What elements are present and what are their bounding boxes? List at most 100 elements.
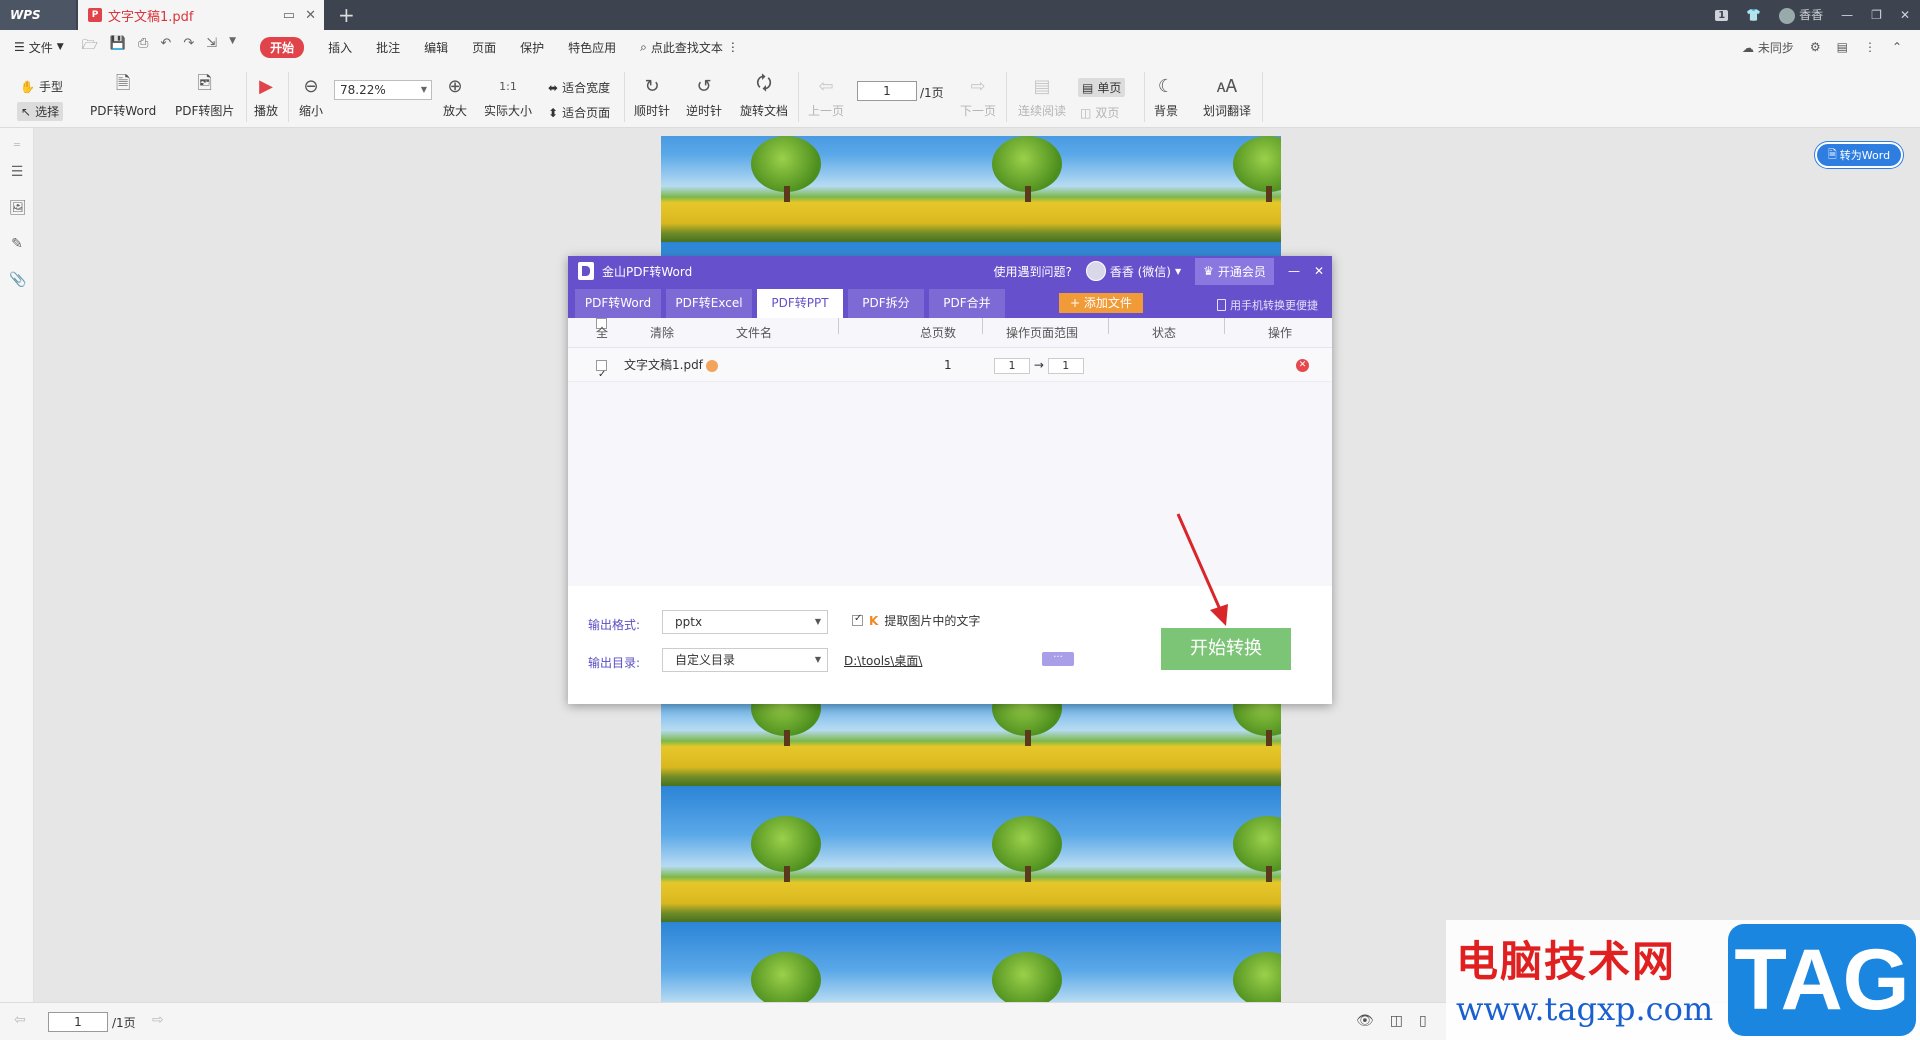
- column-range: 操作页面范围: [1006, 326, 1079, 340]
- new-tab-button[interactable]: +: [338, 3, 355, 27]
- minimize-icon[interactable]: —: [1841, 8, 1853, 22]
- delete-row-icon[interactable]: ✕: [1296, 359, 1309, 372]
- start-convert-button[interactable]: 开始转换: [1161, 628, 1291, 670]
- tab-pdf-merge[interactable]: PDF合并: [929, 289, 1005, 318]
- chevron-down-icon: ▼: [1175, 266, 1182, 276]
- open-folder-icon[interactable]: 🗁: [82, 36, 98, 58]
- zoom-out-icon: ⊖: [303, 75, 319, 97]
- output-dir-select[interactable]: 自定义目录 ▼: [662, 648, 828, 672]
- background-button[interactable]: ☾ 背景: [1154, 64, 1178, 119]
- output-path-link[interactable]: D:\tools\桌面\: [844, 652, 922, 669]
- more-dropdown-icon[interactable]: ▼: [229, 36, 236, 58]
- rotate-document-button[interactable]: 🗘 旋转文档: [740, 64, 788, 119]
- mobile-convert-link[interactable]: 用手机转换更便捷: [1217, 297, 1318, 313]
- close-icon[interactable]: ✕: [1314, 264, 1324, 278]
- redo-icon[interactable]: ↷: [183, 36, 194, 58]
- annotation-icon[interactable]: ✎: [9, 236, 25, 252]
- single-view-icon[interactable]: ▯: [1419, 1013, 1427, 1029]
- convert-to-word-button[interactable]: 🗎 转为Word: [1815, 142, 1903, 168]
- extract-text-checkbox[interactable]: [852, 613, 863, 626]
- add-file-button[interactable]: + 添加文件: [1059, 293, 1143, 313]
- drag-handle-icon[interactable]: ═: [9, 138, 25, 154]
- next-page-icon[interactable]: ⇨: [152, 1012, 164, 1028]
- status-page-total: /1页: [112, 1016, 136, 1030]
- range-to-input[interactable]: 1: [1047, 357, 1084, 374]
- thumbnail-icon[interactable]: 🖼: [9, 200, 27, 216]
- tab-protect[interactable]: 保护: [520, 39, 544, 56]
- window-count-badge[interactable]: 1: [1715, 9, 1729, 21]
- document-tab[interactable]: P 文字文稿1.pdf ▭ ✕: [78, 0, 324, 30]
- eye-icon[interactable]: 👁: [1356, 1013, 1374, 1029]
- print-icon[interactable]: ⎙: [138, 36, 148, 58]
- tab-pdf-to-word[interactable]: PDF转Word: [575, 289, 661, 318]
- restore-icon[interactable]: ❐: [1871, 8, 1882, 22]
- tab-pdf-to-ppt[interactable]: PDF转PPT: [757, 289, 843, 318]
- dialog-user[interactable]: 香香 (微信) ▼: [1085, 261, 1182, 281]
- minimize-icon[interactable]: —: [1288, 264, 1300, 278]
- wps-home-tab[interactable]: WPS: [0, 0, 76, 30]
- fit-width-button[interactable]: ⬌ 适合宽度: [548, 79, 610, 96]
- tab-annotate[interactable]: 批注: [376, 39, 400, 56]
- attachment-icon[interactable]: 📎: [9, 272, 26, 288]
- landscape-image-tile: [1143, 786, 1281, 924]
- user-account[interactable]: 香香: [1779, 6, 1823, 24]
- continuous-read-button[interactable]: ▤ 连续阅读: [1018, 64, 1066, 119]
- rotate-counterclockwise-button[interactable]: ↺ 逆时针: [686, 64, 722, 119]
- more-vertical-icon[interactable]: ⋮: [1864, 40, 1876, 54]
- menu-right-area: ☁ 未同步 ⚙ ▤ ⋮ ⌃: [1742, 30, 1902, 64]
- save-icon[interactable]: 💾: [110, 36, 126, 58]
- prev-page-button[interactable]: ⇦ 上一页: [808, 64, 844, 119]
- tab-edit[interactable]: 编辑: [424, 39, 448, 56]
- extract-text-option[interactable]: K 提取图片中的文字: [852, 612, 980, 629]
- undo-icon[interactable]: ↶: [160, 36, 171, 58]
- word-translate-button[interactable]: 🗚 划词翻译: [1203, 64, 1251, 119]
- close-window-icon[interactable]: ✕: [1900, 8, 1910, 22]
- actual-size-button[interactable]: 1:1 实际大小: [484, 64, 532, 119]
- find-text-button[interactable]: ⌕ 点此查找文本 ⋮: [640, 39, 739, 56]
- comment-icon[interactable]: ▤: [1837, 40, 1848, 54]
- float-window-icon[interactable]: ▭: [283, 8, 295, 23]
- vip-button[interactable]: ♛ 开通会员: [1195, 257, 1274, 285]
- tab-start[interactable]: 开始: [260, 36, 305, 58]
- rotate-clockwise-button[interactable]: ↻ 顺时针: [634, 64, 670, 119]
- pdf-to-image-button[interactable]: 🖻 PDF转图片: [175, 64, 234, 119]
- play-button[interactable]: ▶ 播放: [254, 64, 278, 119]
- select-tool-button[interactable]: ↖ 选择: [17, 102, 64, 121]
- status-page-input[interactable]: 1: [48, 1012, 108, 1032]
- tab-pdf-to-excel[interactable]: PDF转Excel: [666, 289, 752, 318]
- dialog-header-right: 使用遇到问题? 香香 (微信) ▼ ♛ 开通会员 — ✕: [993, 256, 1324, 286]
- help-link[interactable]: 使用遇到问题?: [993, 263, 1071, 280]
- row-checkbox[interactable]: [596, 348, 607, 392]
- output-format-select[interactable]: pptx ▼: [662, 610, 828, 634]
- tab-page[interactable]: 页面: [472, 39, 496, 56]
- fit-page-button[interactable]: ⬍ 适合页面: [548, 104, 610, 121]
- outline-icon[interactable]: ☰: [9, 164, 25, 180]
- clear-button[interactable]: 清除: [650, 318, 674, 348]
- browse-button[interactable]: ···: [1042, 652, 1074, 666]
- tab-special[interactable]: 特色应用: [568, 39, 616, 56]
- output-format-label: 输出格式:: [588, 618, 641, 632]
- tab-pdf-split[interactable]: PDF拆分: [848, 289, 924, 318]
- prev-page-icon[interactable]: ⇦: [14, 1012, 26, 1028]
- zoom-select[interactable]: 78.22% ▼: [334, 80, 432, 100]
- page-number-input[interactable]: 1: [857, 81, 917, 101]
- hand-tool-button[interactable]: ✋ 手型: [20, 78, 63, 95]
- pdf-to-word-button[interactable]: 🗎 PDF转Word: [90, 64, 156, 119]
- file-menu[interactable]: ☰ 文件 ▼: [14, 39, 64, 56]
- single-page-button[interactable]: ▤ 单页: [1078, 78, 1126, 97]
- double-view-icon[interactable]: ◫: [1390, 1013, 1403, 1029]
- file-list-header: 全选 清除 文件名 总页数 操作页面范围 状态 操作: [568, 318, 1332, 370]
- zoom-out-button[interactable]: ⊖ 缩小: [299, 64, 323, 119]
- zoom-in-button[interactable]: ⊕ 放大: [443, 64, 467, 119]
- close-tab-icon[interactable]: ✕: [305, 8, 316, 23]
- next-page-button[interactable]: ⇨ 下一页: [960, 64, 996, 119]
- skin-icon[interactable]: 👕: [1746, 8, 1761, 22]
- tab-insert[interactable]: 插入: [328, 39, 352, 56]
- settings-gear-icon[interactable]: ⚙: [1810, 40, 1821, 54]
- collapse-ribbon-icon[interactable]: ⌃: [1892, 40, 1902, 54]
- export-icon[interactable]: ⇲: [206, 36, 217, 58]
- site-watermark: 电脑技术网 www.tagxp.com TAG: [1446, 920, 1920, 1040]
- double-page-button[interactable]: ◫ 双页: [1080, 104, 1119, 121]
- range-from-input[interactable]: 1: [994, 357, 1030, 374]
- sync-status[interactable]: ☁ 未同步: [1742, 39, 1794, 56]
